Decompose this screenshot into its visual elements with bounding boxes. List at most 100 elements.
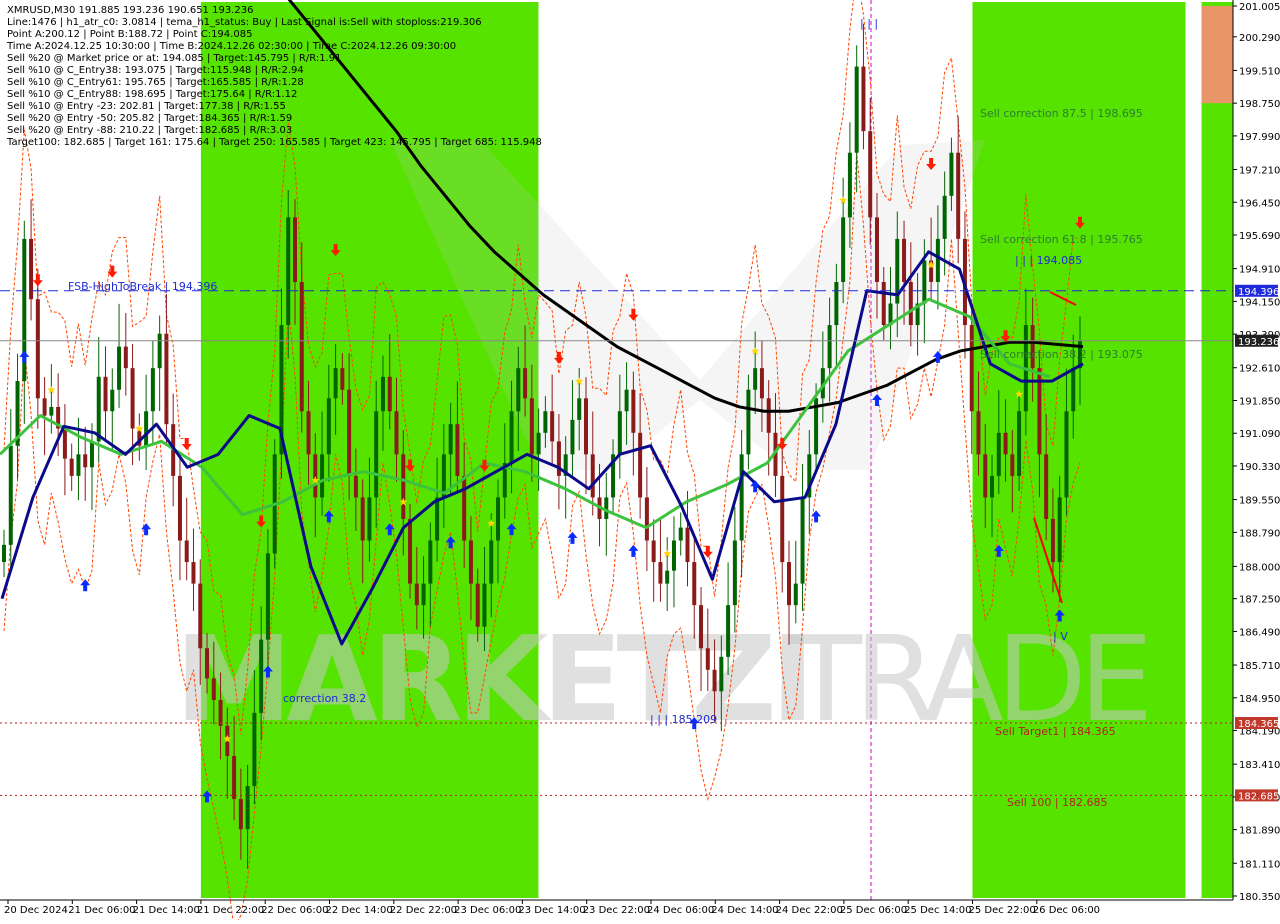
candle-body [874,217,879,282]
candle-body [157,333,162,369]
candle-body [123,346,128,369]
time-tick-label: 23 Dec 14:00 [518,905,585,916]
candle-body [455,424,460,476]
candle-body [360,497,365,541]
candle-body [753,368,758,390]
candle-body [759,368,764,399]
candle-body [671,540,676,571]
candle-body [1050,518,1055,563]
candle-body [394,411,399,455]
candle-body [732,540,737,606]
candle-body [509,411,514,463]
candle-body [408,518,413,584]
candle-body [523,368,528,399]
candle-body [651,540,656,563]
point-c-label: | | | 194.085 [1015,254,1082,267]
candle-body [1017,411,1022,476]
candle-body [726,605,731,657]
price-tick-label: 192.610 [1239,364,1280,375]
candle-body [570,419,575,455]
price-tick-label: 198.750 [1239,99,1280,110]
candle-body [117,346,122,390]
candle-body [983,454,988,498]
candle-body [130,368,135,429]
chart-svg[interactable]: MARKETZI TRADE FSB-HighToBreak | 194.396… [0,0,1280,924]
candle-body [1030,325,1035,369]
price-tick-label: 194.150 [1239,297,1280,308]
candle-body [380,376,385,412]
time-tick-label: 23 Dec 06:00 [454,905,521,916]
candle-body [834,281,839,326]
candle-body [861,66,866,132]
candle-body [320,454,325,498]
price-tick-label: 180.350 [1239,892,1280,903]
candle-body [705,648,710,670]
candle-body [326,398,331,455]
candle-body [35,299,40,399]
candle-body [218,699,223,726]
sell-correction-618-label: Sell correction 61.8 | 195.765 [980,233,1143,246]
candle-body [421,583,426,606]
candle-body [908,281,913,326]
price-tick-label: 187.250 [1239,595,1280,606]
candle-body [205,648,210,679]
point-a-label: | | | [860,17,878,30]
candle-body [827,325,832,369]
candle-body [990,475,995,498]
candle-body [658,562,663,584]
info-line: Sell %20 @ Entry -50: 205.82 | Target:18… [7,113,292,124]
candle-body [144,411,149,446]
time-tick-label: 26 Dec 06:00 [1033,905,1100,916]
candle-body [665,570,670,584]
price-tick-label: 188.790 [1239,528,1280,539]
info-line: Sell %20 @ Entry -88: 210.22 | Target:18… [7,125,292,136]
candle-body [462,475,467,541]
candle-body [969,325,974,412]
candle-body [232,755,237,800]
time-tick-label: 21 Dec 14:00 [133,905,200,916]
green-zone [1201,2,1238,898]
candle-body [353,475,358,498]
candle-body [956,152,961,239]
candle-body [198,583,203,649]
price-tick-label: 200.290 [1239,33,1280,44]
candle-body [150,368,155,412]
candle-body [942,195,947,239]
candle-body [62,428,67,459]
info-line: Line:1476 | h1_atr_c0: 3.0814 | tema_h1_… [7,17,482,28]
candle-body [793,583,798,606]
candle-body [211,678,216,700]
price-tick-label: 188.000 [1239,562,1280,573]
candle-body [787,562,792,606]
info-line: Sell %10 @ C_Entry38: 193.075 | Target:1… [7,65,304,76]
candle-body [712,669,717,692]
sell-correction-875-label: Sell correction 87.5 | 198.695 [980,107,1143,120]
info-line: Sell %10 @ C_Entry88: 198.695 | Target:1… [7,89,297,100]
info-line: Target100: 182.685 | Target 161: 175.64 … [6,137,542,148]
time-tick-label: 25 Dec 14:00 [904,905,971,916]
candle-body [577,398,582,420]
candle-body [746,389,751,455]
chart-canvas[interactable]: MARKETZI TRADE FSB-HighToBreak | 194.396… [0,0,1280,924]
candle-body [550,411,555,442]
candle-body [184,540,189,563]
info-line: Sell %10 @ C_Entry61: 195.765 | Target:1… [7,77,304,88]
candle-body [475,583,480,627]
info-line: Sell %10 @ Entry -23: 202.81 | Target:17… [7,101,286,112]
price-tick-label: 191.090 [1239,429,1280,440]
candle-body [496,497,501,541]
candle-body [536,432,541,455]
candle-body [631,389,636,433]
candle-body [177,475,182,541]
candle-body [333,368,338,399]
point-b-label: | | | 185.209 [650,713,717,726]
candle-body [1064,411,1069,498]
time-tick-label: 21 Dec 22:00 [197,905,264,916]
candle-body [624,389,629,412]
candle-body [1003,432,1008,455]
candle-body [245,786,250,830]
candle-body [841,217,846,282]
candle-body [286,217,291,326]
candle-body [996,432,1001,476]
fsb-label: FSB-HighToBreak | 194.396 [68,280,217,293]
